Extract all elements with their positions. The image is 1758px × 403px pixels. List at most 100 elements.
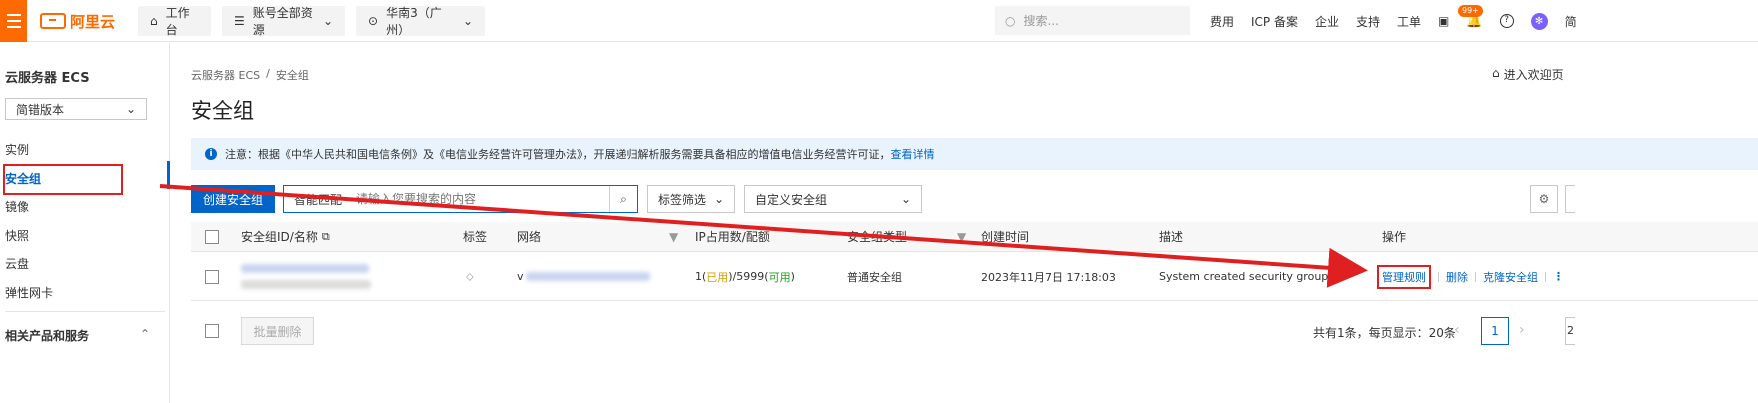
search-type-select[interactable]: 智能匹配 bbox=[284, 191, 356, 208]
settings-gear-icon[interactable]: ⚙ bbox=[1530, 185, 1558, 213]
sidebar-item-disks[interactable]: 云盘 bbox=[5, 255, 29, 272]
ip-quota-count: 5999 bbox=[736, 270, 765, 283]
sidebar: 云服务器 ECS 简错版本 ⌄ 实例 安全组 镜像 快照 云盘 弹性网卡 相关产… bbox=[0, 43, 170, 403]
breadcrumb: 云服务器 ECS / 安全组 bbox=[191, 67, 309, 83]
location-icon: ⊙ bbox=[368, 14, 379, 28]
more-toolbar-button[interactable] bbox=[1565, 185, 1575, 213]
chevron-left-icon[interactable]: ‹ bbox=[1454, 322, 1460, 338]
search-icon: ○ bbox=[1005, 13, 1016, 28]
notice-text: 注意：根据《中华人民共和国电信条例》及《电信业务经营许可管理办法》，开展递归解析… bbox=[225, 148, 891, 161]
aliyun-logo-mark bbox=[40, 13, 66, 29]
table-header: 安全组ID/名称 ⧉ 标签 网络 ▼ IP占用数/配额 安全组类型 ▼ 创建时间… bbox=[191, 222, 1758, 252]
link-support[interactable]: 支持 bbox=[1356, 13, 1380, 30]
filter-icon[interactable]: ▼ bbox=[669, 222, 678, 251]
breadcrumb-sep: / bbox=[266, 67, 270, 80]
pagination-current-page[interactable]: 1 bbox=[1481, 317, 1509, 345]
page-title: 安全组 bbox=[191, 99, 254, 123]
pagination-summary: 共有1条，每页显示：20条 bbox=[1313, 326, 1456, 340]
sidebar-item-eni[interactable]: 弹性网卡 bbox=[5, 284, 53, 301]
breadcrumb-root[interactable]: 云服务器 ECS bbox=[191, 67, 260, 83]
search-icon[interactable]: ⌕ bbox=[609, 186, 637, 212]
sidebar-item-instances[interactable]: 实例 bbox=[5, 141, 29, 158]
welcome-link[interactable]: ⌂ 进入欢迎页 bbox=[1492, 66, 1564, 83]
tag-icon[interactable]: ⬦ bbox=[466, 253, 474, 300]
avatar[interactable]: ✻ bbox=[1530, 12, 1548, 30]
tag-filter-label: 标签筛选 bbox=[658, 192, 707, 207]
row-checkbox[interactable] bbox=[205, 269, 219, 284]
redacted-vpc bbox=[525, 272, 650, 281]
chevron-down-icon: ⌄ bbox=[125, 102, 136, 116]
chevron-down-icon: ⌄ bbox=[322, 14, 333, 28]
sidebar-item-snapshots[interactable]: 快照 bbox=[5, 227, 29, 244]
chevron-down-icon: ⌄ bbox=[900, 192, 911, 206]
manage-rules-link[interactable]: 管理规则 bbox=[1377, 264, 1431, 289]
clone-security-group-link[interactable]: 克隆安全组 bbox=[1483, 269, 1538, 285]
header-tags: 标签 bbox=[463, 230, 488, 244]
custom-group-dropdown[interactable]: 自定义安全组 ⌄ bbox=[744, 185, 922, 213]
notice-details-link[interactable]: 查看详情 bbox=[891, 146, 935, 162]
terminal-icon[interactable]: ▣ bbox=[1438, 14, 1449, 28]
resource-icon: ☰ bbox=[234, 14, 245, 28]
footer-select-all-checkbox[interactable] bbox=[205, 324, 219, 338]
more-actions-icon[interactable]: ⋮ bbox=[1553, 270, 1564, 283]
global-search-input[interactable]: ○ 搜索... bbox=[995, 6, 1190, 35]
batch-delete-button[interactable]: 批量删除 bbox=[241, 317, 314, 345]
sidebar-divider bbox=[5, 311, 165, 312]
group-type: 普通安全组 bbox=[847, 270, 902, 284]
create-security-group-button[interactable]: 创建安全组 bbox=[191, 185, 275, 213]
info-icon: i bbox=[205, 148, 217, 160]
custom-group-label: 自定义安全组 bbox=[755, 192, 828, 207]
header-ip-usage: IP占用数/配额 bbox=[695, 230, 770, 244]
link-ticket[interactable]: 工单 bbox=[1397, 13, 1421, 30]
chevron-right-icon[interactable]: › bbox=[1519, 322, 1525, 338]
redacted-name bbox=[241, 280, 371, 289]
aliyun-logo[interactable]: 阿里云 bbox=[40, 11, 115, 31]
description: System created security group. bbox=[1159, 270, 1332, 283]
language-switch[interactable]: 简 bbox=[1565, 13, 1577, 30]
network-link[interactable]: v bbox=[517, 253, 650, 300]
table-row: ⬦ v 1(已用)/5999(可用) 普通安全组 2023年11月7日 17:1… bbox=[191, 253, 1758, 301]
sidebar-item-images[interactable]: 镜像 bbox=[5, 198, 29, 215]
region-dropdown[interactable]: ⊙ 华南3（广州） ⌄ bbox=[356, 6, 485, 37]
row-actions: 管理规则 删除 克隆安全组 ⋮ bbox=[1377, 253, 1564, 300]
search-placeholder: 搜索... bbox=[1023, 14, 1059, 28]
link-enterprise[interactable]: 企业 bbox=[1315, 13, 1339, 30]
version-select[interactable]: 简错版本 ⌄ bbox=[5, 98, 147, 120]
logo-text: 阿里云 bbox=[70, 12, 116, 31]
link-icp[interactable]: ICP 备案 bbox=[1251, 13, 1298, 30]
region-label: 华南3（广州） bbox=[386, 6, 442, 37]
copy-icon[interactable]: ⧉ bbox=[322, 230, 330, 244]
annotation-box-sidebar bbox=[3, 164, 123, 195]
version-select-label: 简错版本 bbox=[16, 102, 65, 117]
delete-link[interactable]: 删除 bbox=[1446, 269, 1468, 285]
workbench-label: 工作台 bbox=[165, 6, 190, 37]
active-indicator bbox=[167, 161, 170, 189]
ip-used-label: 已用 bbox=[706, 270, 729, 284]
filter-icon[interactable]: ▼ bbox=[957, 222, 966, 251]
welcome-label: 进入欢迎页 bbox=[1503, 68, 1564, 82]
chevron-down-icon: ⌄ bbox=[713, 192, 724, 206]
sidebar-section-related[interactable]: 相关产品和服务 bbox=[5, 327, 89, 344]
notification-badge: 99+ bbox=[1458, 5, 1483, 17]
help-icon[interactable]: ? bbox=[1499, 14, 1514, 28]
top-links: 费用 ICP 备案 企业 支持 工单 ▣ 🔔 ? ✻ 简 bbox=[1210, 0, 1577, 42]
select-all-checkbox[interactable] bbox=[205, 229, 219, 244]
header-network: 网络 bbox=[517, 230, 542, 244]
ip-usage: 1(已用)/5999(可用) bbox=[695, 270, 795, 284]
resources-dropdown[interactable]: ☰ 账号全部资源 ⌄ bbox=[222, 6, 345, 37]
security-group-id[interactable] bbox=[241, 253, 371, 300]
workbench-button[interactable]: ⌂ 工作台 bbox=[138, 6, 211, 37]
ip-quota-label: 可用 bbox=[768, 270, 791, 284]
created-time: 2023年11月7日 17:18:03 bbox=[981, 270, 1116, 284]
divider bbox=[1438, 271, 1439, 282]
link-billing[interactable]: 费用 bbox=[1210, 13, 1234, 30]
page-size-select[interactable]: 2 bbox=[1565, 317, 1575, 345]
sidebar-title: 云服务器 ECS bbox=[5, 71, 90, 86]
tag-filter-dropdown[interactable]: 标签筛选 ⌄ bbox=[647, 185, 735, 213]
ip-used-count: 1 bbox=[695, 270, 702, 283]
chevron-up-icon[interactable]: ⌃ bbox=[140, 327, 150, 341]
search-input[interactable] bbox=[356, 186, 609, 212]
menu-icon[interactable] bbox=[0, 0, 27, 42]
network-prefix: v bbox=[517, 270, 524, 283]
home-icon: ⌂ bbox=[150, 14, 158, 28]
